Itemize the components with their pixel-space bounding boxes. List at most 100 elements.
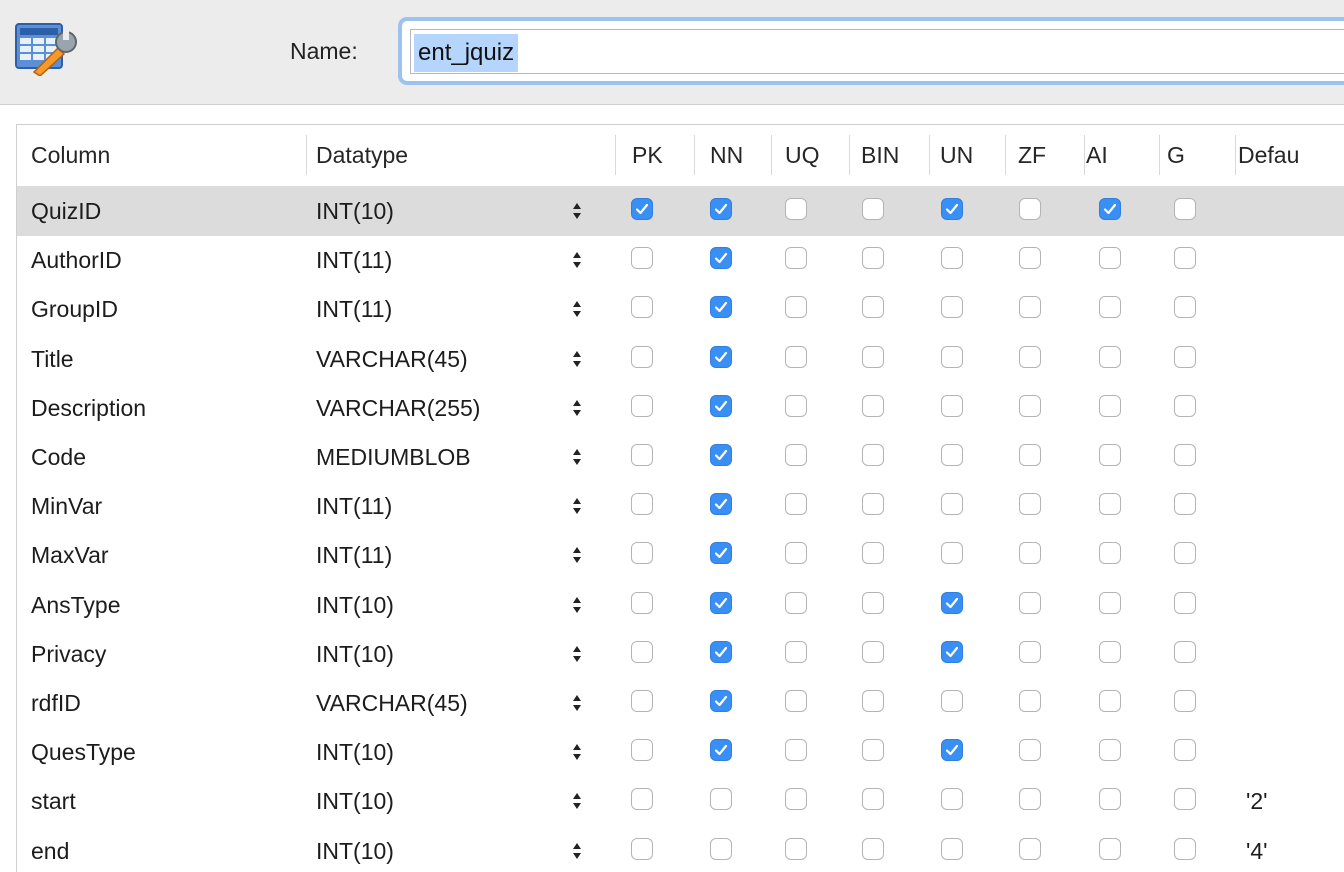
datatype-cell[interactable]: INT(10) xyxy=(316,727,394,777)
checkbox-nn[interactable] xyxy=(710,394,732,417)
column-name-cell[interactable]: MinVar xyxy=(31,481,102,531)
datatype-stepper-icon[interactable] xyxy=(572,791,582,811)
checkbox-uq[interactable] xyxy=(785,493,807,516)
checkbox-zf[interactable] xyxy=(1019,198,1041,220)
checkbox-ai[interactable] xyxy=(1099,739,1121,762)
column-name-cell[interactable]: QuizID xyxy=(31,186,101,236)
checkbox-zf[interactable] xyxy=(1019,788,1041,811)
datatype-stepper-icon[interactable] xyxy=(572,349,582,369)
checkbox-uq[interactable] xyxy=(785,542,807,565)
header-ai[interactable]: AI xyxy=(1086,125,1108,185)
checkbox-bin[interactable] xyxy=(862,591,884,614)
table-row[interactable]: GroupID INT(11) xyxy=(17,284,1344,334)
datatype-cell[interactable]: VARCHAR(45) xyxy=(316,334,468,384)
datatype-cell[interactable]: MEDIUMBLOB xyxy=(316,432,471,482)
checkbox-un[interactable] xyxy=(941,198,963,220)
checkbox-un[interactable] xyxy=(941,788,963,811)
checkbox-un[interactable] xyxy=(941,493,963,516)
checkbox-pk[interactable] xyxy=(631,198,653,220)
checkbox-g[interactable] xyxy=(1174,444,1196,466)
table-row[interactable]: AuthorID INT(11) xyxy=(17,235,1344,285)
checkbox-zf[interactable] xyxy=(1019,493,1041,516)
header-divider[interactable] xyxy=(615,135,616,175)
checkbox-ai[interactable] xyxy=(1099,444,1121,466)
checkbox-un[interactable] xyxy=(941,247,963,270)
checkbox-nn[interactable] xyxy=(710,345,732,368)
datatype-stepper-icon[interactable] xyxy=(572,644,582,664)
checkbox-ai[interactable] xyxy=(1099,690,1121,712)
checkbox-bin[interactable] xyxy=(862,542,884,565)
header-datatype[interactable]: Datatype xyxy=(316,125,408,185)
header-divider[interactable] xyxy=(929,135,930,175)
checkbox-g[interactable] xyxy=(1174,345,1196,368)
checkbox-un[interactable] xyxy=(941,640,963,663)
checkbox-g[interactable] xyxy=(1174,739,1196,762)
table-row[interactable]: Privacy INT(10) xyxy=(17,629,1344,679)
column-name-cell[interactable]: end xyxy=(31,826,69,872)
header-bin[interactable]: BIN xyxy=(861,125,899,185)
column-name-cell[interactable]: MaxVar xyxy=(31,530,109,580)
checkbox-ai[interactable] xyxy=(1099,542,1121,565)
checkbox-g[interactable] xyxy=(1174,296,1196,319)
datatype-cell[interactable]: INT(11) xyxy=(316,530,392,580)
checkbox-bin[interactable] xyxy=(862,493,884,516)
checkbox-uq[interactable] xyxy=(785,640,807,663)
datatype-stepper-icon[interactable] xyxy=(572,398,582,418)
header-divider[interactable] xyxy=(849,135,850,175)
checkbox-ai[interactable] xyxy=(1099,198,1121,220)
datatype-stepper-icon[interactable] xyxy=(572,545,582,565)
checkbox-bin[interactable] xyxy=(862,296,884,319)
checkbox-ai[interactable] xyxy=(1099,640,1121,663)
checkbox-nn[interactable] xyxy=(710,247,732,270)
checkbox-bin[interactable] xyxy=(862,345,884,368)
datatype-stepper-icon[interactable] xyxy=(572,742,582,762)
datatype-stepper-icon[interactable] xyxy=(572,595,582,615)
datatype-cell[interactable]: INT(10) xyxy=(316,776,394,826)
checkbox-pk[interactable] xyxy=(631,640,653,663)
checkbox-un[interactable] xyxy=(941,837,963,860)
column-name-cell[interactable]: Code xyxy=(31,432,86,482)
checkbox-pk[interactable] xyxy=(631,345,653,368)
table-row[interactable]: start INT(10) '2' xyxy=(17,776,1344,826)
checkbox-bin[interactable] xyxy=(862,247,884,270)
checkbox-pk[interactable] xyxy=(631,788,653,811)
default-value-cell[interactable]: '2' xyxy=(1246,776,1268,826)
checkbox-pk[interactable] xyxy=(631,247,653,270)
checkbox-zf[interactable] xyxy=(1019,296,1041,319)
column-name-cell[interactable]: Privacy xyxy=(31,629,106,679)
checkbox-ai[interactable] xyxy=(1099,788,1121,811)
checkbox-uq[interactable] xyxy=(785,444,807,466)
checkbox-uq[interactable] xyxy=(785,247,807,270)
checkbox-un[interactable] xyxy=(941,444,963,466)
table-name-input[interactable]: ent_jquiz xyxy=(398,17,1344,85)
datatype-cell[interactable]: VARCHAR(255) xyxy=(316,383,480,433)
header-divider[interactable] xyxy=(1235,135,1236,175)
checkbox-bin[interactable] xyxy=(862,690,884,712)
checkbox-bin[interactable] xyxy=(862,788,884,811)
column-name-cell[interactable]: AnsType xyxy=(31,580,121,630)
checkbox-zf[interactable] xyxy=(1019,690,1041,712)
datatype-stepper-icon[interactable] xyxy=(572,299,582,319)
table-row[interactable]: Title VARCHAR(45) xyxy=(17,334,1344,384)
checkbox-g[interactable] xyxy=(1174,788,1196,811)
checkbox-g[interactable] xyxy=(1174,837,1196,860)
datatype-stepper-icon[interactable] xyxy=(572,447,582,467)
checkbox-pk[interactable] xyxy=(631,591,653,614)
checkbox-g[interactable] xyxy=(1174,690,1196,712)
checkbox-bin[interactable] xyxy=(862,739,884,762)
header-uq[interactable]: UQ xyxy=(785,125,820,185)
header-pk[interactable]: PK xyxy=(632,125,663,185)
checkbox-g[interactable] xyxy=(1174,542,1196,565)
header-divider[interactable] xyxy=(694,135,695,175)
header-divider[interactable] xyxy=(1084,135,1085,175)
checkbox-un[interactable] xyxy=(941,739,963,762)
header-default[interactable]: Defau xyxy=(1238,125,1299,185)
checkbox-bin[interactable] xyxy=(862,394,884,417)
checkbox-zf[interactable] xyxy=(1019,739,1041,762)
checkbox-uq[interactable] xyxy=(785,394,807,417)
column-name-cell[interactable]: Title xyxy=(31,334,74,384)
datatype-cell[interactable]: INT(10) xyxy=(316,826,394,872)
checkbox-zf[interactable] xyxy=(1019,247,1041,270)
checkbox-zf[interactable] xyxy=(1019,591,1041,614)
table-row[interactable]: QuesType INT(10) xyxy=(17,727,1344,777)
